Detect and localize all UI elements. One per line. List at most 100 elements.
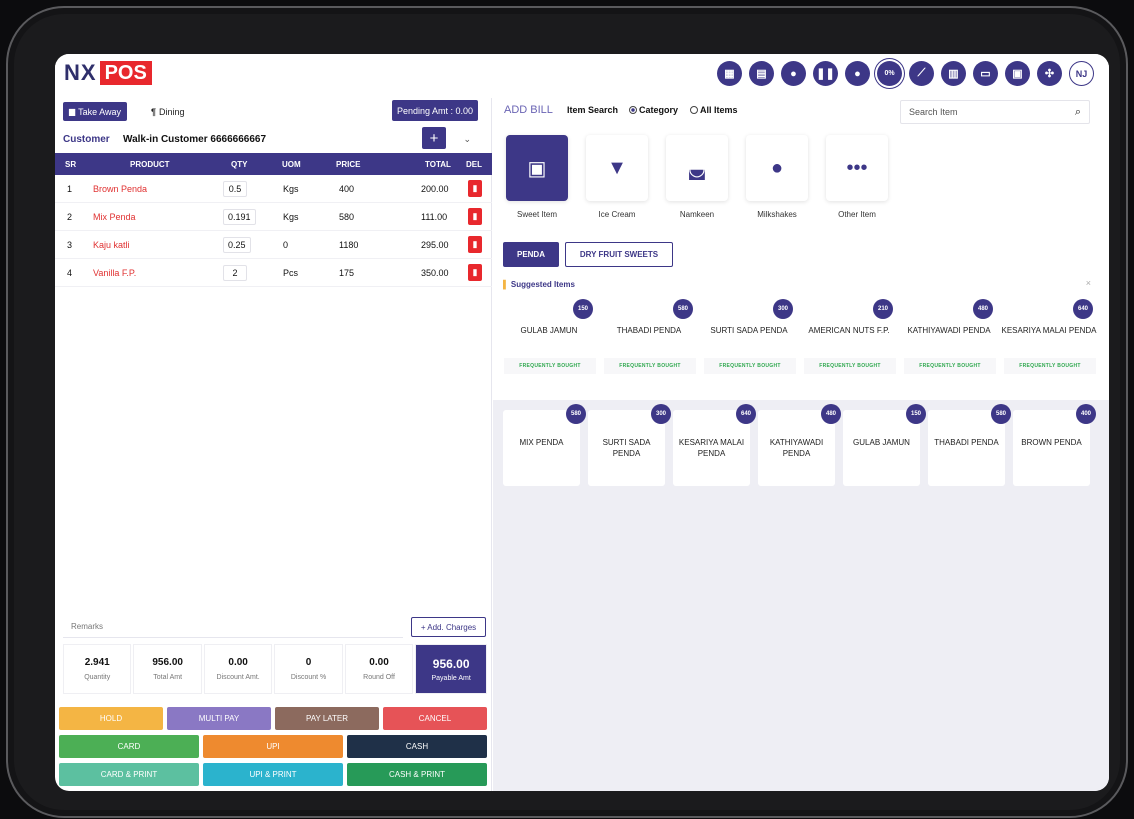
total-label: Payable Amt bbox=[431, 674, 471, 682]
row-qty-input[interactable]: 0.5 bbox=[223, 181, 247, 197]
all-items-radio[interactable]: All Items bbox=[690, 105, 738, 115]
take-away-button[interactable]: ▆ Take Away bbox=[63, 102, 128, 121]
item-card-name: MIX PENDA bbox=[519, 438, 564, 447]
row-qty-input[interactable]: 0.25 bbox=[223, 237, 251, 253]
id-card-icon-button[interactable]: ▣ bbox=[1005, 61, 1030, 86]
category-milkshakes[interactable]: ● Milkshakes bbox=[746, 135, 808, 219]
bulb-icon-button[interactable]: ● bbox=[845, 61, 870, 86]
row-total: 350.00 bbox=[421, 267, 449, 278]
table-row: 1 Brown Penda 0.5 Kgs 400 200.00 ▮ bbox=[55, 175, 492, 203]
row-product[interactable]: Vanilla F.P. bbox=[93, 259, 136, 286]
row-product[interactable]: Kaju katli bbox=[93, 231, 130, 258]
suggested-item[interactable]: 480 KATHIYAWADI PENDA FREQUENTLY BOUGHT bbox=[901, 294, 997, 382]
radio-unchecked-icon bbox=[690, 106, 698, 114]
item-card[interactable]: 580 THABADI PENDA bbox=[928, 404, 1011, 486]
table-row: 4 Vanilla F.P. 2 Pcs 175 350.00 ▮ bbox=[55, 259, 492, 287]
cancel-button[interactable]: CANCEL bbox=[383, 707, 487, 730]
price-badge: 640 bbox=[736, 404, 756, 424]
price-badge: 300 bbox=[651, 404, 671, 424]
col-uom: UOM bbox=[282, 159, 301, 169]
add-charges-button[interactable]: + Add. Charges bbox=[411, 617, 486, 637]
row-qty-input[interactable]: 2 bbox=[223, 265, 247, 281]
tab-penda[interactable]: PENDA bbox=[503, 242, 559, 267]
suggested-item[interactable]: 210 AMERICAN NUTS F.P. FREQUENTLY BOUGHT bbox=[801, 294, 897, 382]
row-uom: Kgs bbox=[283, 211, 299, 222]
pause-icon-button[interactable]: ❚❚ bbox=[813, 61, 838, 86]
discount-icon-button[interactable]: 0% bbox=[877, 61, 902, 86]
upi-print-button[interactable]: UPI & PRINT bbox=[203, 763, 343, 786]
user-icon-button[interactable]: ● bbox=[781, 61, 806, 86]
row-total: 200.00 bbox=[421, 183, 449, 194]
upi-button[interactable]: UPI bbox=[203, 735, 343, 758]
col-del: DEL bbox=[466, 159, 482, 169]
card-print-button[interactable]: CARD & PRINT bbox=[59, 763, 199, 786]
frequently-bought-badge: FREQUENTLY BOUGHT bbox=[804, 358, 896, 374]
cash-print-button[interactable]: CASH & PRINT bbox=[347, 763, 487, 786]
add-bill-title: ADD BILL bbox=[504, 104, 553, 116]
category-tile: ◛ bbox=[666, 135, 728, 201]
category-other-item[interactable]: ••• Other Item bbox=[826, 135, 888, 219]
category-label: Milkshakes bbox=[757, 210, 797, 219]
row-price: 580 bbox=[339, 211, 355, 222]
pay-later-button[interactable]: PAY LATER bbox=[275, 707, 379, 730]
search-input[interactable]: Search Item ⌕ bbox=[900, 100, 1090, 124]
category-ice-cream[interactable]: ▼ Ice Cream bbox=[586, 135, 648, 219]
delete-icon[interactable]: ▮ bbox=[468, 264, 482, 281]
customer-value: Walk-in Customer 6666666667 bbox=[123, 133, 267, 145]
total-quantity: 2.941 Quantity bbox=[63, 644, 132, 694]
cash-button[interactable]: CASH bbox=[347, 735, 487, 758]
bag-icon: ▆ bbox=[69, 107, 76, 116]
dining-button[interactable]: ¶ Dining bbox=[145, 102, 191, 121]
pending-amount-button[interactable]: Pending Amt : 0.00 bbox=[392, 100, 479, 121]
add-customer-button[interactable]: + bbox=[422, 127, 446, 149]
price-badge: 400 bbox=[1076, 404, 1096, 424]
category-namkeen[interactable]: ◛ Namkeen bbox=[666, 135, 728, 219]
row-product[interactable]: Mix Penda bbox=[93, 203, 136, 230]
hold-button[interactable]: HOLD bbox=[59, 707, 163, 730]
suggested-item[interactable]: 300 SURTI SADA PENDA FREQUENTLY BOUGHT bbox=[701, 294, 797, 382]
total-label: Total Amt bbox=[153, 674, 183, 681]
suggested-item-name: GULAB JAMUN bbox=[520, 326, 578, 335]
chart-icon-button[interactable]: ⟋ bbox=[909, 61, 934, 86]
monitor-icon-button[interactable]: ▭ bbox=[973, 61, 998, 86]
customer-select[interactable]: Customer Walk-in Customer 6666666667 ⌄ bbox=[63, 130, 483, 148]
category-label: Ice Cream bbox=[598, 210, 636, 219]
calendar-icon-button[interactable]: ▦ bbox=[717, 61, 742, 86]
frequently-bought-badge: FREQUENTLY BOUGHT bbox=[904, 358, 996, 374]
price-badge: 480 bbox=[821, 404, 841, 424]
total-value: 0.00 bbox=[369, 657, 389, 668]
close-icon[interactable]: × bbox=[1086, 278, 1091, 288]
delete-icon[interactable]: ▮ bbox=[468, 208, 482, 225]
row-sr: 2 bbox=[67, 211, 73, 222]
suggested-item[interactable]: 150 GULAB JAMUN FREQUENTLY BOUGHT bbox=[501, 294, 597, 382]
row-qty-input[interactable]: 0.191 bbox=[223, 209, 256, 225]
calculator-icon-button[interactable]: ▥ bbox=[941, 61, 966, 86]
fullscreen-icon-button[interactable]: ✣ bbox=[1037, 61, 1062, 86]
document-icon-button[interactable]: ▤ bbox=[749, 61, 774, 86]
multi-pay-button[interactable]: MULTI PAY bbox=[167, 707, 271, 730]
user-avatar[interactable]: NJ bbox=[1069, 61, 1094, 86]
tab-dry-fruit-sweets[interactable]: DRY FRUIT SWEETS bbox=[565, 242, 673, 267]
category-radio[interactable]: Category bbox=[629, 105, 678, 115]
row-product[interactable]: Brown Penda bbox=[93, 175, 147, 202]
item-grid: 580 MIX PENDA 300 SURTI SADA PENDA 640 KESARI… bbox=[493, 400, 1109, 791]
item-card[interactable]: 480 KATHIYAWADI PENDA bbox=[758, 404, 841, 486]
item-card[interactable]: 580 MIX PENDA bbox=[503, 404, 586, 486]
category-sweet-item[interactable]: ▣ Sweet Item bbox=[506, 135, 568, 219]
suggested-title: ▌ Suggested Items bbox=[503, 280, 575, 289]
item-card[interactable]: 640 KESARIYA MALAI PENDA bbox=[673, 404, 756, 486]
delete-icon[interactable]: ▮ bbox=[468, 180, 482, 197]
item-card[interactable]: 300 SURTI SADA PENDA bbox=[588, 404, 671, 486]
total-payable-amt: 956.00 Payable Amt bbox=[415, 644, 488, 694]
item-card[interactable]: 150 GULAB JAMUN bbox=[843, 404, 926, 486]
item-card[interactable]: 400 BROWN PENDA bbox=[1013, 404, 1096, 486]
total-label: Discount % bbox=[290, 674, 327, 681]
total-discount: 0 Discount % bbox=[274, 644, 343, 694]
row-uom: Kgs bbox=[283, 183, 299, 194]
suggested-item[interactable]: 580 THABADI PENDA FREQUENTLY BOUGHT bbox=[601, 294, 697, 382]
card-button[interactable]: CARD bbox=[59, 735, 199, 758]
delete-icon[interactable]: ▮ bbox=[468, 236, 482, 253]
total-value: 0 bbox=[305, 657, 312, 668]
remarks-input[interactable]: Remarks bbox=[63, 616, 403, 638]
suggested-item[interactable]: 640 KESARIYA MALAI PENDA FREQUENTLY BOUGHT bbox=[1001, 294, 1097, 382]
